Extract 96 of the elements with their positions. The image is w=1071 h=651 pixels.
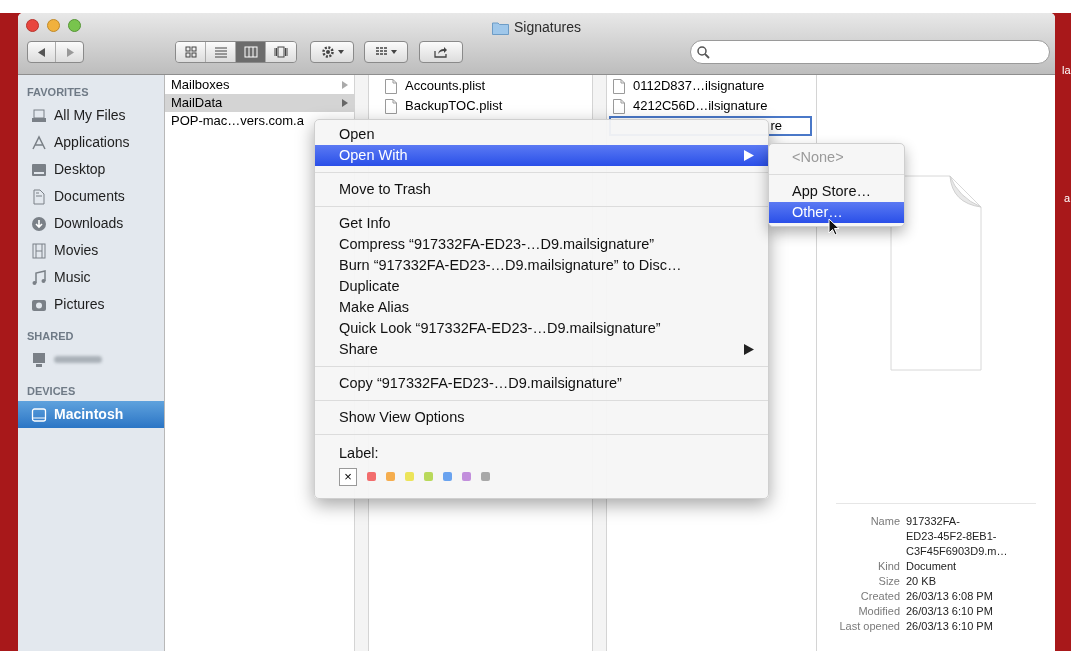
menu-item[interactable]: Get Info bbox=[315, 213, 768, 234]
sidebar-item[interactable]: Macintosh bbox=[18, 401, 164, 428]
info-value: 20 KB bbox=[906, 574, 936, 589]
search-icon bbox=[697, 45, 710, 59]
icon-view-button[interactable] bbox=[176, 42, 206, 62]
menu-item[interactable]: Copy “917332FA-ED23-…D9.mailsignature” bbox=[315, 373, 768, 394]
menu-item[interactable]: Compress “917332FA-ED23-…D9.mailsignature” bbox=[315, 234, 768, 255]
disclosure-arrow-icon bbox=[342, 99, 348, 107]
document-icon bbox=[385, 78, 397, 94]
document-icon bbox=[385, 98, 397, 114]
info-label: Modified bbox=[857, 604, 900, 619]
applications-icon bbox=[31, 134, 47, 151]
menu-item[interactable]: Share bbox=[315, 339, 768, 360]
back-icon[interactable] bbox=[37, 47, 46, 57]
menu-item[interactable]: Open bbox=[315, 124, 768, 145]
info-value: Document bbox=[906, 559, 957, 574]
back-forward-control[interactable] bbox=[27, 41, 84, 63]
submenu-arrow-icon bbox=[744, 344, 754, 355]
documents-icon bbox=[31, 188, 47, 205]
label-color-swatch[interactable] bbox=[424, 472, 433, 482]
label-color-swatch[interactable] bbox=[443, 472, 452, 482]
list-view-button[interactable] bbox=[206, 42, 236, 62]
menu-item[interactable]: Quick Look “917332FA-ED23-…D9.mailsignature” bbox=[315, 318, 768, 339]
browser-row[interactable]: MailData bbox=[165, 94, 354, 112]
file-row[interactable]: Accounts.plist bbox=[369, 76, 592, 96]
sidebar-item[interactable]: Movies bbox=[18, 237, 164, 264]
arrange-menu-button[interactable] bbox=[364, 41, 408, 63]
menu-item[interactable]: Make Alias bbox=[315, 297, 768, 318]
action-menu-button[interactable] bbox=[310, 41, 354, 63]
info-label: Last opened bbox=[838, 619, 900, 634]
menu-item[interactable]: Show View Options bbox=[315, 407, 768, 428]
label-color-swatch[interactable] bbox=[386, 472, 395, 482]
stack-icon bbox=[31, 107, 47, 124]
sidebar-item[interactable]: Documents bbox=[18, 183, 164, 210]
grid-rows-icon bbox=[375, 47, 388, 57]
menu-item[interactable]: Burn “917332FA-ED23-…D9.mailsignature” to Disc… bbox=[315, 255, 768, 276]
caret-icon bbox=[390, 50, 397, 54]
music-note-icon bbox=[31, 269, 47, 286]
menu-item[interactable]: App Store… bbox=[769, 181, 904, 202]
sidebar-item[interactable]: Applications bbox=[18, 129, 164, 156]
label-color-swatch[interactable] bbox=[481, 472, 490, 482]
label-color-swatch[interactable] bbox=[367, 472, 376, 482]
info-label: Created bbox=[859, 589, 900, 604]
sidebar-item[interactable]: All My Files bbox=[18, 102, 164, 129]
file-row[interactable]: 4212C56D…ilsignature bbox=[607, 96, 816, 116]
film-icon bbox=[31, 242, 47, 259]
cover-flow-button[interactable] bbox=[266, 42, 296, 62]
columns-icon bbox=[243, 46, 258, 58]
menu-item[interactable]: Other… bbox=[769, 202, 904, 223]
sidebar-heading: FAVORITES bbox=[26, 84, 90, 100]
desktop-icon bbox=[31, 161, 47, 178]
minimize-button[interactable] bbox=[47, 19, 60, 32]
sidebar-heading: DEVICES bbox=[26, 383, 77, 399]
download-icon bbox=[31, 215, 47, 232]
search-field[interactable] bbox=[690, 40, 1050, 64]
document-icon bbox=[613, 78, 625, 94]
info-label: Size bbox=[877, 574, 900, 589]
submenu-arrow-icon bbox=[744, 150, 754, 161]
grid-icon bbox=[183, 46, 198, 58]
menu-item[interactable]: Move to Trash bbox=[315, 179, 768, 200]
no-label-button[interactable]: × bbox=[339, 467, 357, 486]
menu-item[interactable]: Open With bbox=[315, 145, 768, 166]
file-row[interactable]: BackupTOC.plist bbox=[369, 96, 592, 116]
info-value: 26/03/13 6:10 PM bbox=[906, 604, 993, 619]
window-title: Signatures bbox=[514, 18, 581, 37]
disclosure-arrow-icon bbox=[342, 81, 348, 89]
share-button[interactable] bbox=[419, 41, 463, 63]
label-color-swatch[interactable] bbox=[405, 472, 414, 482]
info-value: 26/03/13 6:08 PM bbox=[906, 589, 993, 604]
browser-row[interactable]: Mailboxes bbox=[165, 76, 354, 94]
close-button[interactable] bbox=[26, 19, 39, 32]
desktop-icon-label: a bbox=[1064, 191, 1071, 206]
label-color-swatch[interactable] bbox=[462, 472, 471, 482]
info-label: Kind bbox=[876, 559, 900, 574]
sidebar-item[interactable]: Pictures bbox=[18, 291, 164, 318]
caret-icon bbox=[337, 50, 344, 54]
sidebar-heading: SHARED bbox=[26, 328, 75, 344]
info-value: 917332FA- ED23-45F2-8EB1- C3F45F6903D9.m… bbox=[906, 514, 1008, 559]
info-label: Name bbox=[869, 514, 900, 529]
gear-icon bbox=[320, 45, 335, 59]
share-icon bbox=[434, 46, 448, 58]
sidebar-item[interactable]: Desktop bbox=[18, 156, 164, 183]
sidebar-item[interactable]: Music bbox=[18, 264, 164, 291]
list-icon bbox=[213, 46, 228, 58]
document-icon bbox=[613, 98, 625, 114]
file-row[interactable]: 0112D837…ilsignature bbox=[607, 76, 816, 96]
sidebar-item[interactable]: Downloads bbox=[18, 210, 164, 237]
folder-icon bbox=[492, 20, 510, 35]
cover-flow-icon bbox=[274, 46, 288, 58]
computer-icon bbox=[31, 351, 47, 368]
forward-icon[interactable] bbox=[65, 47, 74, 57]
zoom-button[interactable] bbox=[68, 19, 81, 32]
info-value: 26/03/13 6:10 PM bbox=[906, 619, 993, 634]
menu-item[interactable]: Duplicate bbox=[315, 276, 768, 297]
label-heading: Label: bbox=[339, 444, 379, 463]
desktop-icon-label: la bbox=[1062, 63, 1071, 78]
